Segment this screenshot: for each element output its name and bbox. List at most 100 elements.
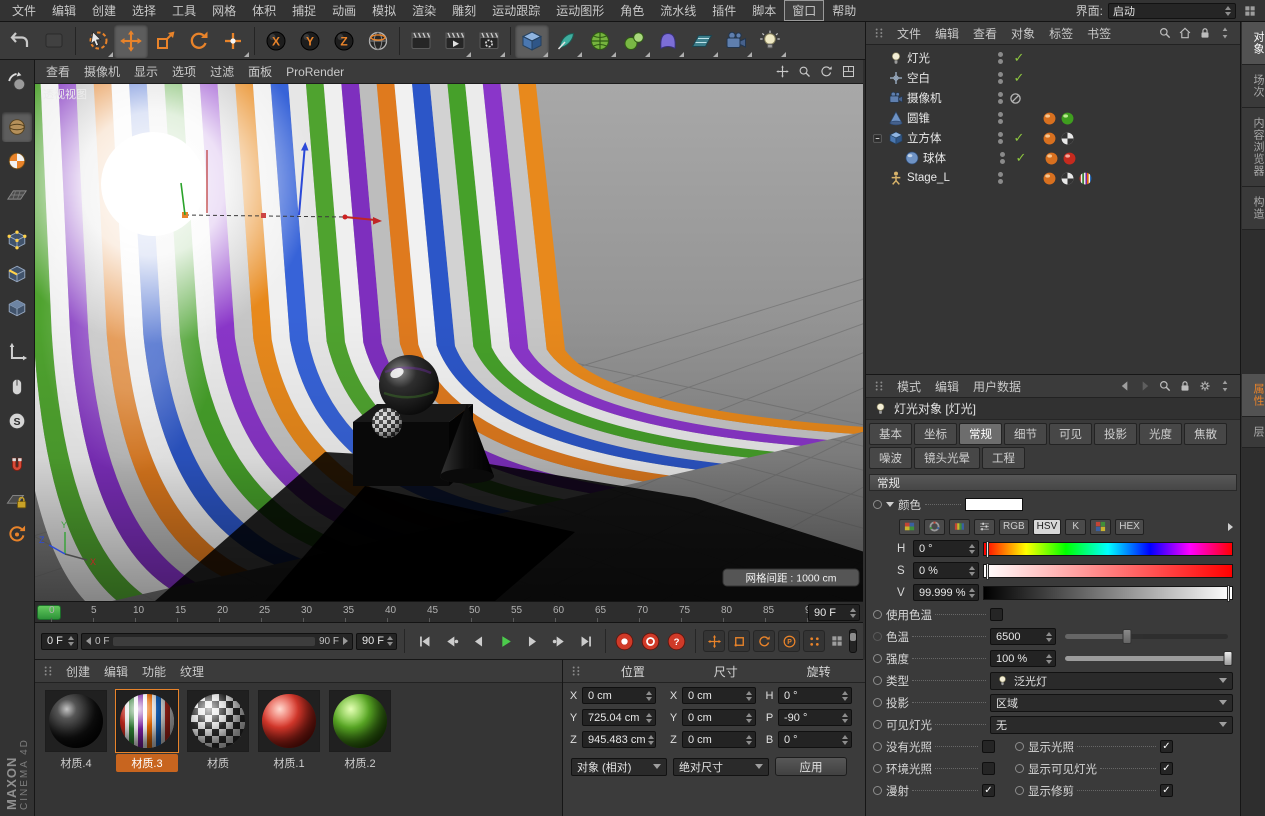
goto-next-key-button[interactable] <box>547 629 571 653</box>
pk-spectrum-button[interactable] <box>949 519 970 535</box>
viewport-menu-panel[interactable]: 面板 <box>241 61 279 82</box>
expander[interactable] <box>870 133 884 144</box>
tag-mat-checker[interactable] <box>1059 130 1075 146</box>
menu-snap[interactable]: 捕捉 <box>284 0 324 21</box>
dock-tab-objects[interactable]: 对象 <box>1242 22 1265 65</box>
max-frame-field[interactable]: 90 F <box>356 633 397 650</box>
record-parameter-toggle[interactable]: P <box>778 630 800 652</box>
attribute-menu-edit[interactable]: 编辑 <box>928 376 966 397</box>
position-z-field[interactable]: 945.483 cm <box>582 731 656 748</box>
menu-character[interactable]: 角色 <box>612 0 652 21</box>
panel-grip[interactable] <box>40 663 56 679</box>
dropdown-corner-icon[interactable] <box>679 52 684 57</box>
material-menu-edit[interactable]: 编辑 <box>97 661 135 682</box>
object-manager-menu-tags[interactable]: 标签 <box>1042 23 1080 44</box>
play-backward-button[interactable] <box>466 629 490 653</box>
diffuse-checkbox[interactable]: ✓ <box>982 784 995 797</box>
keyframe-dot[interactable] <box>1015 764 1024 773</box>
object-row-light[interactable]: 灯光✓ <box>866 48 1240 68</box>
add-environment-button[interactable] <box>685 24 719 58</box>
tag-phong[interactable] <box>1041 130 1057 146</box>
object-row-cone[interactable]: 圆锥 <box>866 108 1240 128</box>
material-name[interactable]: 材质 <box>187 754 249 772</box>
enabled-check[interactable]: ✓ <box>1016 150 1027 165</box>
visibility-dots[interactable] <box>993 172 1007 184</box>
keyframe-dot[interactable] <box>873 698 882 707</box>
make-editable-button[interactable] <box>2 67 32 97</box>
ruler-end-frame-field[interactable]: 90 F <box>808 604 860 621</box>
tab-visibility[interactable]: 可见 <box>1049 423 1092 445</box>
hue-gradient-bar[interactable] <box>983 542 1233 556</box>
position-y-field[interactable]: 725.04 cm <box>582 709 656 726</box>
menu-mesh[interactable]: 网格 <box>204 0 244 21</box>
material-name[interactable]: 材质.3 <box>116 754 178 772</box>
enabled-check[interactable]: ✓ <box>1014 130 1025 145</box>
dock-tab-takes[interactable]: 场次 <box>1242 65 1265 108</box>
material-name[interactable]: 材质.1 <box>258 754 320 772</box>
add-subdivision-surface-button[interactable] <box>583 24 617 58</box>
keyframe-dot[interactable] <box>873 720 882 729</box>
keyframe-dot[interactable] <box>873 654 882 663</box>
menu-help[interactable]: 帮助 <box>824 0 864 21</box>
value-stepper[interactable] <box>68 636 74 646</box>
keyframe-dot[interactable] <box>1015 786 1024 795</box>
lock-y-axis-button[interactable]: Y <box>293 24 327 58</box>
value-stepper[interactable] <box>746 713 752 723</box>
menu-sculpt[interactable]: 雕刻 <box>444 0 484 21</box>
material-preview[interactable] <box>116 690 178 752</box>
dock-tab-layers[interactable]: 层 <box>1242 417 1265 448</box>
tag-mat-green[interactable] <box>1059 110 1075 126</box>
add-modeling-generator-button[interactable] <box>617 24 651 58</box>
tab-lens-flare[interactable]: 镜头光晕 <box>914 447 980 469</box>
rotate-tool-button[interactable] <box>182 24 216 58</box>
viewport-menu-display[interactable]: 显示 <box>127 61 165 82</box>
dropdown-corner-icon[interactable] <box>244 52 249 57</box>
search-icon-button[interactable] <box>1156 378 1173 395</box>
model-mode-button[interactable] <box>2 112 32 142</box>
rotation-p-field[interactable]: -90 ° <box>778 709 852 726</box>
dropdown-corner-icon[interactable] <box>466 52 471 57</box>
record-rotation-toggle[interactable] <box>753 630 775 652</box>
dropdown-corner-icon[interactable] <box>108 52 113 57</box>
dock-tab-structure[interactable]: 构造 <box>1242 187 1265 230</box>
panel-grip[interactable] <box>871 25 887 41</box>
keyframe-dot[interactable] <box>873 676 882 685</box>
apply-button[interactable]: 应用 <box>775 757 847 776</box>
tag-mat-checker[interactable] <box>1059 170 1075 186</box>
keyframe-dot[interactable] <box>873 786 882 795</box>
rotate-view-button[interactable] <box>817 63 835 81</box>
interface-menu-icon[interactable] <box>1241 2 1259 20</box>
move-tool-button[interactable] <box>114 24 148 58</box>
color-temperature-field[interactable]: 6500 <box>990 628 1056 645</box>
color-s-field[interactable]: 0 % <box>913 562 979 579</box>
object-manager-menu-edit[interactable]: 编辑 <box>928 23 966 44</box>
menu-mograph[interactable]: 运动图形 <box>548 0 612 21</box>
lock-icon-button[interactable] <box>1196 25 1213 42</box>
edges-mode-button[interactable] <box>2 259 32 289</box>
enabled-check[interactable]: ✓ <box>1014 70 1025 85</box>
menu-file[interactable]: 文件 <box>4 0 44 21</box>
object-manager-menu-view[interactable]: 查看 <box>966 23 1004 44</box>
value-stepper[interactable] <box>1046 632 1052 642</box>
intensity-field[interactable]: 100 % <box>990 650 1056 667</box>
dropdown-corner-icon[interactable] <box>645 52 650 57</box>
back-icon-button[interactable] <box>1116 378 1133 395</box>
current-frame-field[interactable]: 0 F <box>41 633 78 650</box>
live-selection-button[interactable] <box>80 24 114 58</box>
object-row-camera[interactable]: 摄像机 <box>866 88 1240 108</box>
tag-mat-red[interactable] <box>1061 150 1077 166</box>
menu-render[interactable]: 渲染 <box>404 0 444 21</box>
tab-basic[interactable]: 基本 <box>869 423 912 445</box>
value-stepper[interactable] <box>1225 6 1231 16</box>
keyframe-dot[interactable] <box>873 632 882 641</box>
material-preview[interactable] <box>45 690 107 752</box>
ambient-illumination-checkbox[interactable] <box>982 762 995 775</box>
sat-gradient-bar[interactable] <box>983 564 1233 578</box>
object-manager-menu-file[interactable]: 文件 <box>890 23 928 44</box>
menu-animate[interactable]: 动画 <box>324 0 364 21</box>
coordinate-system-button[interactable] <box>361 24 395 58</box>
color-swatch[interactable] <box>965 498 1023 511</box>
picker-hex-button[interactable]: HEX <box>1115 519 1144 535</box>
dropdown-corner-icon[interactable] <box>747 52 752 57</box>
value-stepper[interactable] <box>648 735 654 745</box>
